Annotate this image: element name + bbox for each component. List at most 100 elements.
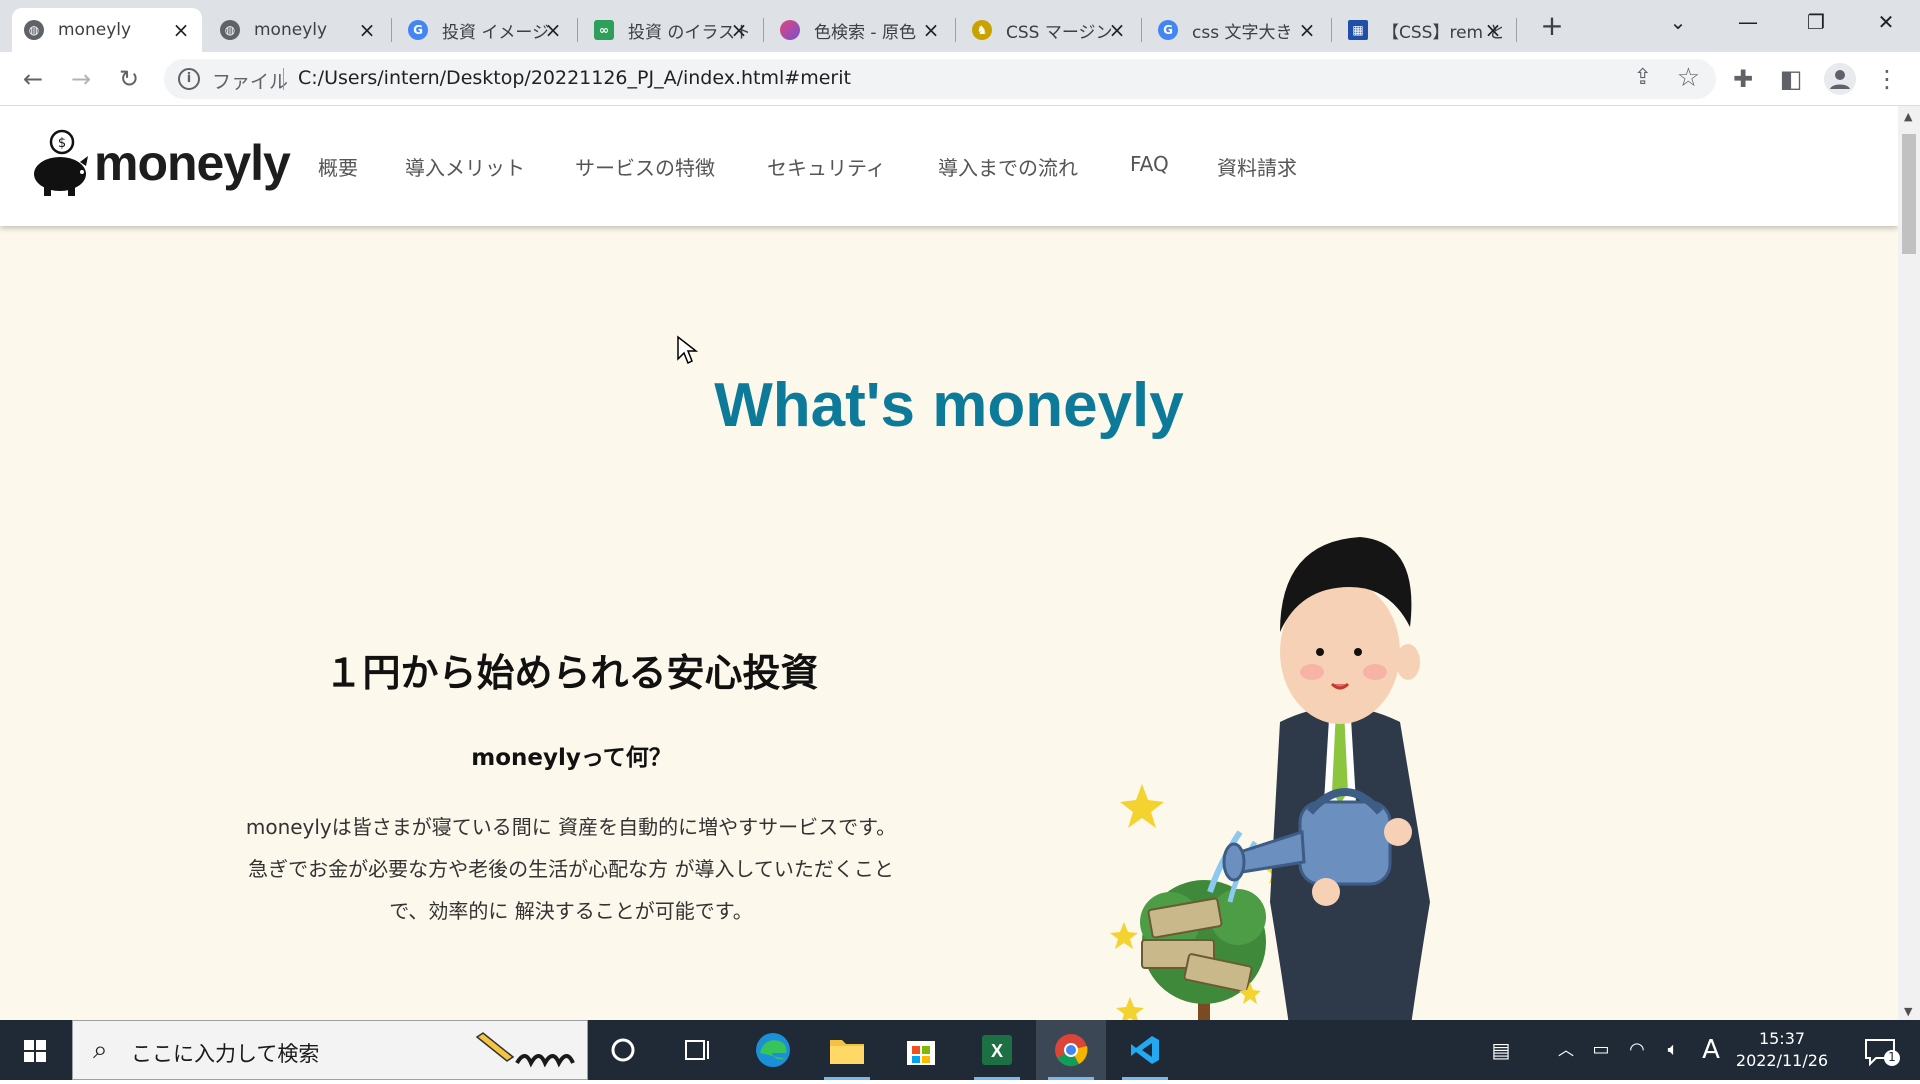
nav-request-docs[interactable]: 資料請求	[1217, 152, 1297, 181]
scroll-down-arrow-icon[interactable]: ▼	[1904, 1005, 1912, 1018]
hero-title: What's moneyly	[714, 371, 1184, 440]
tab-divider	[391, 18, 392, 42]
body-line: 急ぎでお金が必要な方や老後の生活が心配な方 が導入していただくこと	[248, 857, 894, 881]
nav-merits[interactable]: 導入メリット	[405, 152, 525, 181]
piggy-bank-icon: $	[34, 129, 88, 196]
volume-icon[interactable]: 🔈︎	[1656, 1020, 1690, 1080]
tab-google-image[interactable]: G 投資 イメージ ×	[396, 8, 574, 52]
google-icon: G	[1158, 20, 1178, 40]
search-icon: ⌕	[93, 1035, 108, 1065]
news-widget-icon[interactable]: ▤	[1478, 1020, 1524, 1080]
body-line: で、効率的に 解決することが可能です。	[389, 899, 753, 923]
svg-text:$: $	[58, 136, 66, 151]
site-header: $ moneyly 概要 導入メリット サービスの特徴 セキュリティ 導入までの…	[0, 106, 1898, 226]
url-text[interactable]: C:/Users/intern/Desktop/20221126_PJ_A/in…	[298, 67, 851, 89]
scrollbar-thumb[interactable]	[1902, 134, 1916, 254]
start-button[interactable]	[0, 1020, 70, 1080]
side-panel-icon[interactable]: ◧	[1776, 64, 1806, 94]
close-icon[interactable]: ×	[1106, 19, 1128, 41]
chrome-icon[interactable]	[1036, 1020, 1106, 1080]
nav-overview[interactable]: 概要	[318, 152, 358, 181]
task-view-icon[interactable]	[662, 1020, 732, 1080]
vscode-icon[interactable]	[1110, 1020, 1180, 1080]
logo-text: moneyly	[94, 135, 291, 191]
site-logo[interactable]: $ moneyly	[30, 124, 291, 204]
file-explorer-icon[interactable]	[812, 1020, 882, 1080]
tab-css-font-size[interactable]: G css 文字大き ×	[1146, 8, 1328, 52]
tab-divider	[1141, 18, 1142, 42]
section-body: moneylyは皆さまが寝ている間に 資産を自動的に増やすサービスです。 急ぎで…	[226, 806, 916, 932]
clock-time: 15:37	[1758, 1029, 1806, 1048]
scroll-up-arrow-icon[interactable]: ▲	[1904, 110, 1912, 123]
nav-faq[interactable]: FAQ	[1130, 152, 1169, 176]
tab-divider	[763, 18, 764, 42]
tab-irasutoya[interactable]: ∞ 投資 のイラスト ×	[582, 8, 760, 52]
pen-scribble-icon	[475, 1032, 575, 1068]
notification-badge: 1	[1884, 1050, 1900, 1066]
tab-css-margin[interactable]: ♞ CSS マージン ×	[960, 8, 1138, 52]
site-icon: ♞	[972, 20, 992, 40]
tab-divider	[955, 18, 956, 42]
address-bar[interactable]: i ファイル C:/Users/intern/Desktop/20221126_…	[164, 59, 1716, 99]
reload-icon[interactable]: ↻	[114, 64, 144, 94]
tab-divider	[1516, 18, 1517, 42]
globe-icon: ◍	[24, 20, 44, 40]
wifi-icon[interactable]: ◠	[1620, 1020, 1654, 1080]
edge-icon[interactable]	[738, 1020, 808, 1080]
scheme-label: ファイル	[212, 71, 289, 93]
taskbar-search-box[interactable]: ⌕ ここに入力して検索	[72, 1020, 588, 1080]
tab-color-search[interactable]: 色検索 - 原色 ×	[768, 8, 952, 52]
clock-date: 2022/11/26	[1735, 1051, 1829, 1070]
close-icon[interactable]: ×	[920, 19, 942, 41]
back-arrow-icon[interactable]: ←	[18, 64, 48, 94]
mouse-cursor-icon	[677, 335, 698, 365]
nav-security[interactable]: セキュリティ	[767, 152, 886, 181]
color-search-icon	[780, 20, 800, 40]
show-hidden-icons-chevron-icon[interactable]: ︿	[1552, 1020, 1580, 1080]
businessman-watering-money-tree-illustration	[1110, 537, 1430, 1020]
share-icon[interactable]: ⇪	[1634, 65, 1652, 90]
tab-divider	[1331, 18, 1332, 42]
body-line: moneylyは皆さまが寝ている間に 資産を自動的に増やすサービスです。	[245, 815, 897, 839]
section-heading: １円から始められる安心投資	[324, 651, 819, 695]
notification-center-icon[interactable]: 1	[1854, 1020, 1906, 1080]
tab-css-rem[interactable]: ▦ 【CSS】rem と ×	[1336, 8, 1514, 52]
tab-divider	[577, 18, 578, 42]
close-icon[interactable]: ×	[728, 19, 750, 41]
restore-icon[interactable]: ❐	[1786, 2, 1846, 42]
menu-kebab-icon[interactable]: ⋮	[1872, 64, 1902, 94]
info-icon[interactable]: i	[178, 68, 200, 90]
minimize-icon[interactable]: —	[1718, 2, 1778, 42]
globe-icon: ◍	[220, 20, 240, 40]
close-icon[interactable]: ×	[356, 19, 378, 41]
cortana-icon[interactable]	[588, 1020, 658, 1080]
tab-search-chevron-icon[interactable]: ⌄	[1648, 2, 1708, 42]
browser-tab-strip: ◍ moneyly × ◍ moneyly × G 投資 イメージ × ∞ 投資…	[0, 0, 1920, 52]
tab-moneyly[interactable]: ◍ moneyly ×	[208, 8, 388, 52]
forward-arrow-icon[interactable]: →	[66, 64, 96, 94]
bookmark-star-icon[interactable]: ☆	[1677, 63, 1700, 93]
web-page: $ moneyly 概要 導入メリット サービスの特徴 セキュリティ 導入までの…	[0, 106, 1898, 1020]
browser-toolbar: ← → ↻ i ファイル C:/Users/intern/Desktop/202…	[0, 52, 1920, 106]
google-icon: G	[408, 20, 428, 40]
tab-moneyly-active[interactable]: ◍ moneyly ×	[12, 8, 202, 52]
close-icon[interactable]: ×	[542, 19, 564, 41]
nav-flow[interactable]: 導入までの流れ	[938, 152, 1078, 181]
close-icon[interactable]: ×	[1296, 19, 1318, 41]
close-icon[interactable]: ×	[1482, 19, 1504, 41]
system-clock[interactable]: 15:37 2022/11/26	[1718, 1028, 1846, 1072]
nav-features[interactable]: サービスの特徴	[575, 152, 715, 181]
close-icon[interactable]: ×	[170, 19, 192, 41]
battery-icon[interactable]: ▭	[1584, 1020, 1618, 1080]
search-placeholder: ここに入力して検索	[131, 1042, 320, 1066]
window-close-icon[interactable]: ✕	[1856, 2, 1916, 42]
address-divider	[283, 68, 284, 90]
profile-avatar-icon[interactable]	[1824, 63, 1856, 95]
irasutoya-icon: ∞	[594, 20, 614, 40]
excel-icon[interactable]: X	[962, 1020, 1032, 1080]
section-subheading: moneylyって何？	[471, 745, 672, 771]
store-icon[interactable]	[886, 1020, 956, 1080]
extensions-icon[interactable]: ✚	[1728, 64, 1758, 94]
new-tab-button[interactable]: +	[1536, 10, 1568, 42]
page-scrollbar[interactable]: ▲ ▼	[1898, 106, 1920, 1020]
